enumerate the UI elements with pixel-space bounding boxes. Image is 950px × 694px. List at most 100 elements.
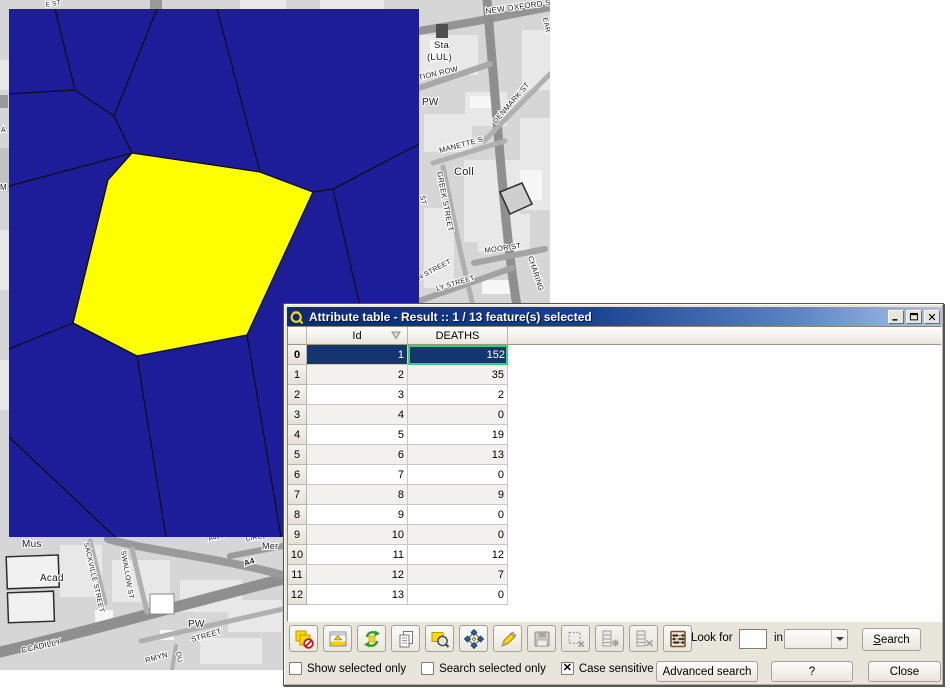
row-header-cell[interactable]: 8 [288, 505, 307, 525]
row-header-cell[interactable]: 5 [288, 445, 307, 465]
pan-to-selected-button[interactable] [459, 625, 488, 652]
column-header-deaths[interactable]: DEATHS [408, 327, 508, 345]
show-selected-only-option[interactable]: Show selected only [289, 662, 406, 675]
deaths-cell[interactable]: 19 [408, 425, 508, 445]
id-cell[interactable]: 2 [307, 365, 408, 385]
unselect-all-button[interactable] [289, 625, 318, 652]
row-header-cell[interactable]: 1 [288, 365, 307, 385]
table-row[interactable]: 4519 [288, 425, 941, 445]
deaths-cell[interactable]: 0 [408, 505, 508, 525]
delete-selected-button [561, 625, 590, 652]
deaths-cell[interactable]: 0 [408, 465, 508, 485]
id-cell[interactable]: 4 [307, 405, 408, 425]
row-header-cell[interactable]: 0 [288, 345, 307, 365]
search-selected-only-option[interactable]: Search selected only [421, 662, 546, 675]
attr-window-toolbar: Look for in Search [287, 625, 942, 654]
attr-toolbar [289, 625, 697, 652]
column-header-id[interactable]: Id [307, 327, 408, 345]
look-for-input[interactable] [739, 629, 767, 649]
zoom-to-selected-button[interactable] [425, 625, 454, 652]
unselect-all-icon [294, 629, 314, 649]
new-column-button [595, 625, 624, 652]
table-row[interactable]: 789 [288, 485, 941, 505]
minimize-button[interactable] [888, 310, 904, 324]
deaths-cell[interactable]: 0 [408, 525, 508, 545]
id-cell[interactable]: 9 [307, 505, 408, 525]
case-sensitive-option[interactable]: ✕Case sensitive [561, 662, 654, 675]
help-button[interactable]: ? [771, 661, 853, 682]
search-button[interactable]: Search [862, 628, 921, 651]
delete-column-button [629, 625, 658, 652]
row-header-cell[interactable]: 11 [288, 565, 307, 585]
deaths-cell[interactable]: 35 [408, 365, 508, 385]
row-header-cell[interactable]: 6 [288, 465, 307, 485]
id-cell[interactable]: 8 [307, 485, 408, 505]
table-row[interactable]: 232 [288, 385, 941, 405]
table-row[interactable]: 11127 [288, 565, 941, 585]
id-cell[interactable]: 6 [307, 445, 408, 465]
move-selected-to-top-icon [328, 629, 348, 649]
row-header-cell[interactable]: 9 [288, 525, 307, 545]
table-row[interactable]: 670 [288, 465, 941, 485]
save-edits-icon [532, 629, 552, 649]
table-row[interactable]: 01152 [288, 345, 941, 365]
field-combobox[interactable] [784, 629, 848, 649]
table-row[interactable]: 9100 [288, 525, 941, 545]
deaths-cell[interactable]: 9 [408, 485, 508, 505]
table-row[interactable]: 890 [288, 505, 941, 525]
toggle-editing-button[interactable] [493, 625, 522, 652]
chevron-down-icon[interactable] [831, 630, 847, 648]
search-selected-only-checkbox[interactable] [421, 662, 434, 675]
delete-selected-icon [566, 629, 586, 649]
id-cell[interactable]: 7 [307, 465, 408, 485]
deaths-cell[interactable]: 12 [408, 545, 508, 565]
row-header-cell[interactable]: 2 [288, 385, 307, 405]
case-sensitive-checkbox[interactable]: ✕ [561, 662, 574, 675]
street-label: Mus [22, 539, 42, 550]
close-button[interactable]: Close [868, 661, 941, 682]
deaths-cell[interactable]: 13 [408, 445, 508, 465]
table-row[interactable]: 101112 [288, 545, 941, 565]
deaths-cell[interactable]: 0 [408, 405, 508, 425]
advanced-search-button[interactable]: Advanced search [656, 661, 758, 682]
footer-checkboxes: Show selected only Search selected only ✕C… [289, 662, 669, 675]
street-label: Acad [40, 573, 64, 584]
table-row[interactable]: 340 [288, 405, 941, 425]
invert-selection-button[interactable] [357, 625, 386, 652]
close-window-button[interactable] [924, 310, 940, 324]
corner-header-cell[interactable] [288, 327, 307, 345]
row-header-cell[interactable]: 7 [288, 485, 307, 505]
new-column-icon [600, 629, 620, 649]
deaths-cell[interactable]: 152 [408, 345, 508, 365]
move-selected-to-top-button[interactable] [323, 625, 352, 652]
field-calculator-button[interactable] [663, 625, 692, 652]
table-row[interactable]: 5613 [288, 445, 941, 465]
table-row[interactable]: 12130 [288, 585, 941, 605]
window-titlebar[interactable]: Attribute table - Result :: 1 / 13 featu… [287, 307, 942, 326]
id-cell[interactable]: 12 [307, 565, 408, 585]
street-label: (LUL) [427, 52, 452, 63]
row-header-cell[interactable]: 10 [288, 545, 307, 565]
attr-window-footer: Show selected onlySearch selected only✕C… [287, 661, 942, 685]
deaths-cell[interactable]: 2 [408, 385, 508, 405]
street-label: M [0, 183, 7, 192]
copy-selected-rows-button[interactable] [391, 625, 420, 652]
row-header-cell[interactable]: 12 [288, 585, 307, 605]
id-cell[interactable]: 3 [307, 385, 408, 405]
id-cell[interactable]: 13 [307, 585, 408, 605]
deaths-cell[interactable]: 7 [408, 565, 508, 585]
show-selected-only-label: Show selected only [307, 663, 406, 675]
id-cell[interactable]: 5 [307, 425, 408, 445]
id-cell[interactable]: 10 [307, 525, 408, 545]
show-selected-only-checkbox[interactable] [289, 662, 302, 675]
maximize-button[interactable] [906, 310, 922, 324]
street-label: PW [188, 619, 205, 630]
row-header-cell[interactable]: 3 [288, 405, 307, 425]
row-header-cell[interactable]: 4 [288, 425, 307, 445]
id-cell[interactable]: 11 [307, 545, 408, 565]
id-cell[interactable]: 1 [307, 345, 408, 365]
deaths-cell[interactable]: 0 [408, 585, 508, 605]
street-label: A [1, 127, 6, 134]
copy-selected-rows-icon [396, 629, 416, 649]
table-row[interactable]: 1235 [288, 365, 941, 385]
